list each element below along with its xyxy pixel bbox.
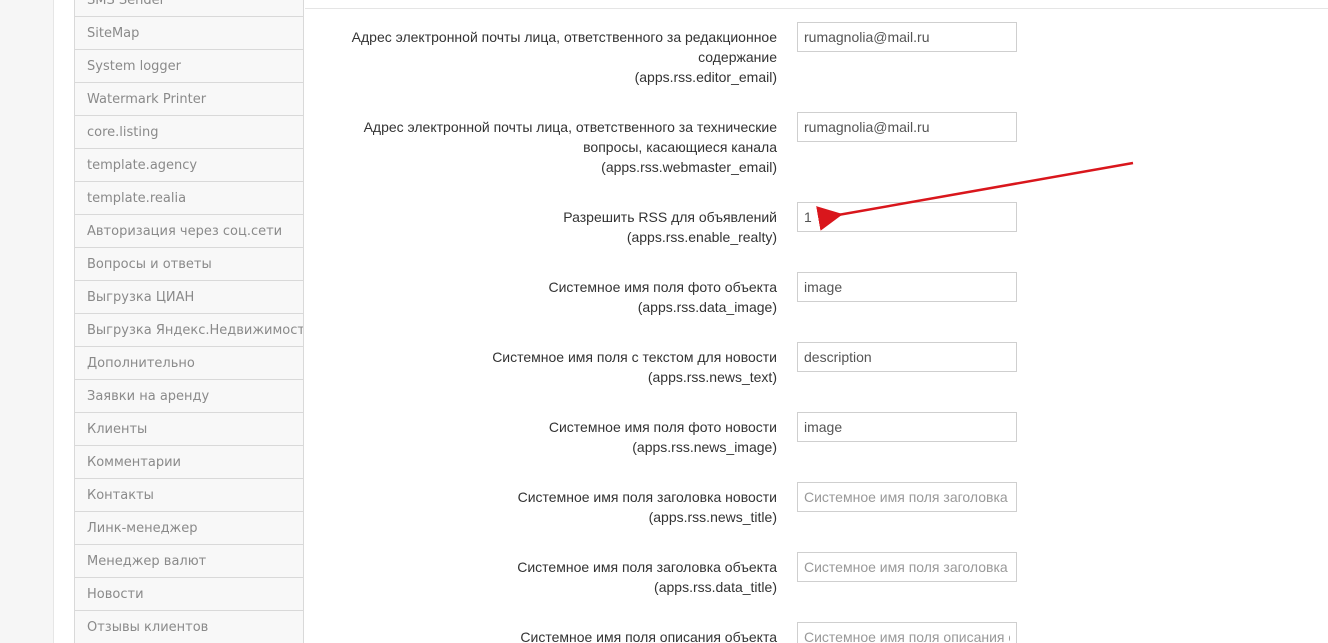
setting-key: (apps.rss.news_image) <box>632 439 777 455</box>
setting-label-line: Системное имя поля с текстом для новости <box>492 349 777 365</box>
sidebar-item[interactable]: Выгрузка ЦИАН <box>74 281 304 314</box>
left-rail <box>0 0 54 643</box>
setting-input-wrapper <box>797 482 1017 512</box>
setting-input-wrapper <box>797 272 1017 302</box>
setting-key: (apps.rss.news_text) <box>647 369 777 385</box>
top-divider <box>305 8 1328 9</box>
sidebar-item[interactable]: SiteMap <box>74 17 304 50</box>
setting-label-line: содержание <box>698 49 777 65</box>
setting-input[interactable] <box>797 112 1017 142</box>
setting-input[interactable] <box>797 622 1017 643</box>
sidebar-item[interactable]: template.agency <box>74 149 304 182</box>
sidebar-item[interactable]: Новости <box>74 578 304 611</box>
sidebar-item[interactable]: Клиенты <box>74 413 304 446</box>
sidebar-item[interactable]: Комментарии <box>74 446 304 479</box>
setting-label-line: Системное имя поля фото новости <box>548 419 777 435</box>
setting-input-wrapper <box>797 202 1017 232</box>
sidebar-item[interactable]: Watermark Printer <box>74 83 304 116</box>
sidebar-item[interactable]: template.realia <box>74 182 304 215</box>
setting-label: Разрешить RSS для объявлений (apps.rss.en… <box>315 207 777 247</box>
sidebar-item[interactable]: core.listing <box>74 116 304 149</box>
sidebar-item[interactable]: Вопросы и ответы <box>74 248 304 281</box>
setting-input-wrapper <box>797 342 1017 372</box>
setting-label-line: Системное имя поля заголовка новости <box>517 489 777 505</box>
setting-label-line: Адрес электронной почты лица, ответствен… <box>363 119 777 135</box>
setting-label-line: Разрешить RSS для объявлений <box>563 209 777 225</box>
setting-key: (apps.rss.news_title) <box>648 509 777 525</box>
setting-input[interactable] <box>797 22 1017 52</box>
setting-label: Системное имя поля описания объекта <box>315 627 777 643</box>
setting-key: (apps.rss.data_title) <box>654 579 777 595</box>
sidebar-item[interactable]: System logger <box>74 50 304 83</box>
sidebar-item[interactable]: Выгрузка Яндекс.Недвижимость <box>74 314 304 347</box>
setting-label-line: Системное имя поля фото объекта <box>548 279 777 295</box>
settings-page: SMS Sender SiteMap System logger Watermark … <box>0 0 1328 643</box>
setting-label-line: Адрес электронной почты лица, ответствен… <box>351 29 777 45</box>
sidebar-item[interactable]: Контакты <box>74 479 304 512</box>
setting-label-line: Системное имя поля описания объекта <box>520 629 777 643</box>
setting-label: Системное имя поля фото объекта (apps.rss… <box>315 277 777 317</box>
setting-label: Адрес электронной почты лица, ответствен… <box>315 27 777 87</box>
setting-key: (apps.rss.data_image) <box>637 299 777 315</box>
sidebar-item[interactable]: SMS Sender <box>74 0 304 17</box>
setting-key: (apps.rss.webmaster_email) <box>601 159 777 175</box>
setting-label: Системное имя поля заголовка новости (app… <box>315 487 777 527</box>
setting-label: Системное имя поля фото новости (apps.rss… <box>315 417 777 457</box>
setting-input[interactable] <box>797 342 1017 372</box>
setting-key: (apps.rss.enable_realty) <box>626 229 777 245</box>
setting-label: Системное имя поля заголовка объекта (app… <box>315 557 777 597</box>
setting-label: Системное имя поля с текстом для новости… <box>315 347 777 387</box>
sidebar-item[interactable]: Заявки на аренду <box>74 380 304 413</box>
setting-input-wrapper <box>797 112 1017 142</box>
setting-input[interactable] <box>797 412 1017 442</box>
sidebar-item[interactable]: Линк-менеджер <box>74 512 304 545</box>
setting-input-wrapper <box>797 22 1017 52</box>
setting-label-line: Системное имя поля заголовка объекта <box>517 559 777 575</box>
setting-input-wrapper <box>797 552 1017 582</box>
setting-input[interactable] <box>797 202 1017 232</box>
sidebar-item[interactable]: Авторизация через соц.сети <box>74 215 304 248</box>
setting-label: Адрес электронной почты лица, ответствен… <box>315 117 777 177</box>
setting-input[interactable] <box>797 272 1017 302</box>
sidebar-item[interactable]: Дополнительно <box>74 347 304 380</box>
sidebar-item[interactable]: Менеджер валют <box>74 545 304 578</box>
setting-input-wrapper <box>797 622 1017 643</box>
setting-key: (apps.rss.editor_email) <box>634 69 777 85</box>
setting-input[interactable] <box>797 552 1017 582</box>
setting-label-line: вопросы, касающиеся канала <box>583 139 777 155</box>
sidebar-list: SMS Sender SiteMap System logger Watermark … <box>74 0 304 643</box>
sidebar-item[interactable]: Отзывы клиентов <box>74 611 304 643</box>
sidebar-menu: SMS Sender SiteMap System logger Watermark … <box>74 0 304 643</box>
setting-input-wrapper <box>797 412 1017 442</box>
setting-input[interactable] <box>797 482 1017 512</box>
